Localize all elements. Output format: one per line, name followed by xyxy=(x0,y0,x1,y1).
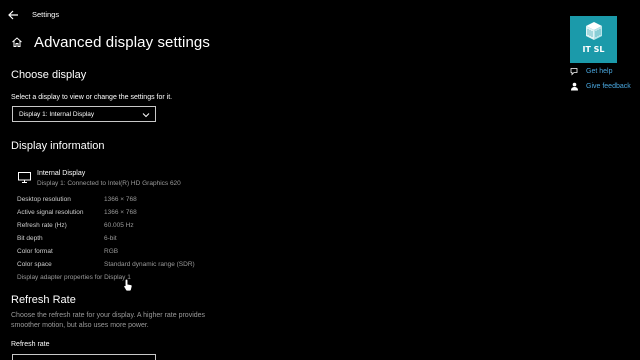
cube-logo-icon xyxy=(586,22,602,40)
property-label: Desktop resolution xyxy=(17,196,71,203)
monitor-icon xyxy=(18,172,31,183)
app-title: Settings xyxy=(32,10,60,19)
logo-text: IT SL xyxy=(582,45,605,54)
property-value: RGB xyxy=(104,248,119,255)
display-adapter-properties-link[interactable]: Display adapter properties for Display 1 xyxy=(17,274,131,281)
display-select[interactable]: Display 1: Internal Display xyxy=(12,106,156,122)
back-arrow-icon[interactable] xyxy=(6,8,20,22)
display-connection: Display 1: Connected to Intel(R) HD Grap… xyxy=(37,180,181,187)
refresh-rate-select[interactable] xyxy=(12,354,156,360)
property-label: Bit depth xyxy=(17,235,43,242)
page-title: Advanced display settings xyxy=(34,34,210,51)
property-value: 60.005 Hz xyxy=(104,222,134,229)
property-label: Color format xyxy=(17,248,53,255)
property-label: Color space xyxy=(17,261,52,268)
get-help-label: Get help xyxy=(586,68,613,75)
display-information-heading: Display information xyxy=(11,140,105,152)
display-name: Internal Display xyxy=(37,170,86,177)
property-label: Active signal resolution xyxy=(17,209,84,216)
choose-display-description: Select a display to view or change the s… xyxy=(11,94,173,101)
refresh-rate-heading: Refresh Rate xyxy=(11,294,76,306)
it-sl-logo: IT SL xyxy=(570,16,617,63)
property-value: 1366 × 768 xyxy=(104,209,137,216)
property-value: 6-bit xyxy=(104,235,117,242)
give-feedback-label: Give feedback xyxy=(586,83,631,90)
property-value: Standard dynamic range (SDR) xyxy=(104,261,195,268)
choose-display-heading: Choose display xyxy=(11,69,87,81)
feedback-person-icon xyxy=(571,82,578,91)
chevron-down-icon xyxy=(142,113,150,118)
home-icon xyxy=(12,37,22,47)
mouse-pointer-icon xyxy=(123,278,133,292)
settings-window: Settings Advanced display settings Choos… xyxy=(0,0,640,360)
refresh-rate-description: Choose the refresh rate for your display… xyxy=(11,312,206,329)
chat-help-icon xyxy=(570,68,578,76)
property-label: Refresh rate (Hz) xyxy=(17,222,67,229)
title-bar: Settings xyxy=(0,0,640,30)
property-value: 1366 × 768 xyxy=(104,196,137,203)
display-select-value: Display 1: Internal Display xyxy=(19,111,95,118)
refresh-rate-field-label: Refresh rate xyxy=(11,341,50,348)
